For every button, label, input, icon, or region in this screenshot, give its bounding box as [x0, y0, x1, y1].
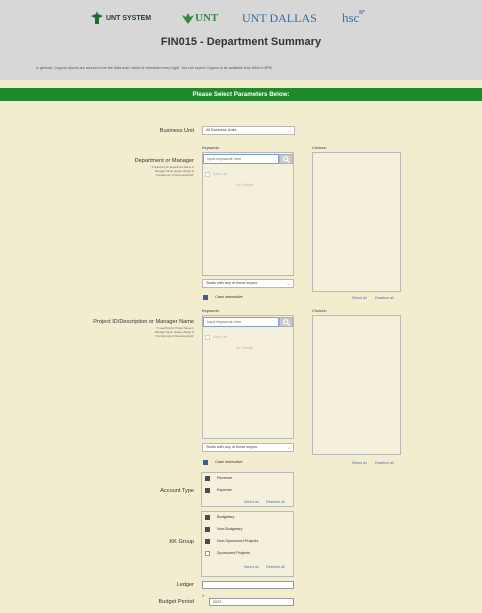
- unt-dallas-logo: UNT DALLAS: [242, 10, 317, 25]
- kk-group-option: Non-Budgetary: [217, 527, 243, 531]
- department-match-select[interactable]: Starts with any of these keywo ⌵: [202, 279, 294, 288]
- remove-arrow-icon[interactable]: ←: [297, 338, 301, 343]
- budget-period-label: Budget Period: [158, 599, 194, 605]
- department-keywords-label: Keywords:: [202, 146, 220, 150]
- project-choices-panel[interactable]: [312, 315, 401, 455]
- kk-group-option: Budgetary: [217, 515, 235, 519]
- kk-group-checkbox[interactable]: [205, 539, 210, 544]
- department-select-all-link[interactable]: Select all: [352, 296, 367, 300]
- department-choices-panel[interactable]: [312, 152, 401, 292]
- report-header: UNT SYSTEM UNT UNT DALLAS hsc FIN015 - D…: [0, 0, 482, 80]
- department-match-value: Starts with any of these keywo: [206, 281, 258, 285]
- department-keywords-panel: [202, 152, 294, 276]
- kk-group-checkbox[interactable]: [205, 515, 210, 520]
- eagle-icon: [182, 13, 194, 24]
- search-icon: [283, 319, 290, 326]
- kk-group-select-all-link[interactable]: Select all: [244, 565, 259, 569]
- project-deselect-all-link[interactable]: Deselect all: [375, 461, 394, 465]
- insert-arrow-icon[interactable]: →: [297, 163, 301, 168]
- business-unit-value: All Business Units: [206, 128, 237, 132]
- chevron-down-icon: ⌵: [286, 281, 290, 286]
- intro-text: In general, Cognos reports are sourced f…: [36, 66, 273, 70]
- required-marker: *: [202, 595, 205, 601]
- kk-group-option: Sponsored Projects: [217, 551, 251, 555]
- department-no-results: No Results: [236, 183, 254, 187]
- project-select-all-link[interactable]: Select all: [352, 461, 367, 465]
- department-select-all-label: Select all: [213, 172, 228, 176]
- remove-arrow-icon[interactable]: ←: [297, 175, 301, 180]
- department-deselect-all-link[interactable]: Deselect all: [375, 296, 394, 300]
- budget-period-input[interactable]: 2022: [209, 598, 294, 606]
- project-note-line: "Contains any of these keywords": [155, 335, 194, 338]
- business-unit-select[interactable]: All Business Units ⌵: [202, 126, 295, 135]
- eagle-icon: [91, 11, 103, 24]
- project-label: Project ID/Description or Manager Name: [93, 319, 194, 325]
- department-note: * If searching for Department Name or Ma…: [150, 166, 194, 178]
- project-keywords-panel: [202, 315, 294, 439]
- department-case-insensitive-label: Case insensitive: [215, 295, 243, 299]
- kk-group-deselect-all-link[interactable]: Deselect all: [266, 565, 285, 569]
- department-label: Department or Manager: [134, 158, 194, 164]
- page-title: FIN015 - Department Summary: [160, 36, 322, 48]
- department-case-insensitive-checkbox[interactable]: [203, 295, 208, 300]
- unt-logo: UNT: [182, 7, 232, 29]
- account-type-option: Revenue: [217, 476, 233, 480]
- hsc-dots-icon: [359, 10, 366, 14]
- ledger-label: Ledger: [176, 582, 194, 588]
- project-case-insensitive-label: Case insensitive: [215, 460, 243, 464]
- chevron-down-icon: ⌵: [286, 445, 290, 450]
- ledger-input[interactable]: [202, 581, 294, 589]
- project-match-value: Starts with any of these keywo: [206, 445, 258, 449]
- project-select-all-checkbox[interactable]: [205, 335, 210, 340]
- unt-system-logo: UNT SYSTEM: [90, 7, 168, 29]
- kk-group-label: KK Group: [169, 539, 194, 545]
- project-note: * If searching for Project Name or Manag…: [155, 327, 194, 339]
- hsc-logo: hsc: [342, 7, 392, 29]
- project-search-input[interactable]: Input keywords here: [203, 317, 279, 327]
- logo-bar: UNT SYSTEM UNT UNT DALLAS hsc: [90, 7, 420, 33]
- project-search-button[interactable]: [279, 317, 293, 327]
- account-type-option: Expense: [217, 488, 232, 492]
- kk-group-checkbox[interactable]: [205, 527, 210, 532]
- project-case-insensitive-checkbox[interactable]: [203, 460, 208, 465]
- account-type-checkbox[interactable]: [205, 476, 210, 481]
- search-icon: [283, 156, 290, 163]
- insert-arrow-icon[interactable]: →: [297, 326, 301, 331]
- parameters-banner: Please Select Parameters Below:: [0, 88, 482, 101]
- account-type-deselect-all-link[interactable]: Deselect all: [266, 500, 285, 504]
- account-type-label: Account Type: [160, 488, 194, 494]
- business-unit-label: Business Unit: [159, 128, 194, 134]
- project-choices-label: Choices:: [312, 309, 327, 313]
- chevron-down-icon: ⌵: [287, 128, 291, 133]
- project-match-select[interactable]: Starts with any of these keywo ⌵: [202, 443, 294, 452]
- project-no-results: No Results: [236, 346, 254, 350]
- department-choices-label: Choices:: [312, 146, 327, 150]
- department-search-input[interactable]: Input keywords here: [203, 154, 279, 164]
- account-type-checkbox[interactable]: [205, 488, 210, 493]
- department-search-button[interactable]: [279, 154, 293, 164]
- project-keywords-label: Keywords:: [202, 309, 220, 313]
- project-select-all-label: Select all: [213, 335, 228, 339]
- department-select-all-checkbox[interactable]: [205, 172, 210, 177]
- account-type-select-all-link[interactable]: Select all: [244, 500, 259, 504]
- kk-group-option: Non-Sponsored Projects: [217, 539, 259, 543]
- department-note-line: "Contains any of these keywords": [155, 174, 194, 177]
- kk-group-checkbox[interactable]: [205, 551, 210, 556]
